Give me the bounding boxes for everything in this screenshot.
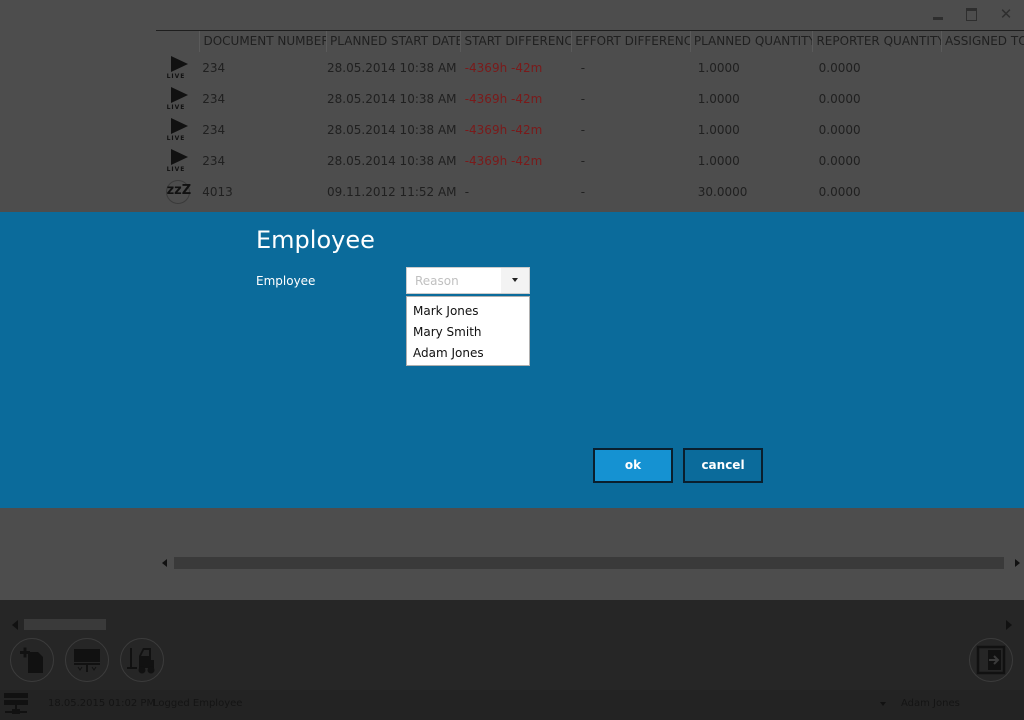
- cell-planned-start-date: 09.11.2012 11:52 AM: [327, 184, 457, 199]
- cell-document-number: 234: [202, 153, 226, 168]
- live-icon: LIVE: [166, 117, 190, 142]
- new-document-icon: [20, 647, 43, 673]
- cell-start-difference: -4369h -42m: [464, 153, 543, 168]
- logout-button[interactable]: [969, 638, 1013, 682]
- cell-document-number: 234: [202, 91, 226, 106]
- close-button[interactable]: ✕: [998, 6, 1014, 22]
- cell-document-number: 234: [202, 122, 226, 137]
- column-header[interactable]: REPORTER QUANTITY: [812, 31, 941, 52]
- employee-dropdown-list: Mark Jones Mary Smith Adam Jones: [406, 296, 530, 366]
- column-header[interactable]: START DIFFERENCE: [460, 31, 571, 52]
- toolbar-scrollbar-thumb[interactable]: [24, 619, 106, 630]
- ok-button[interactable]: ok: [593, 448, 673, 483]
- dropdown-option[interactable]: Mark Jones: [407, 301, 529, 322]
- cell-document-number: 4013: [202, 184, 233, 199]
- cell-planned-start-date: 28.05.2014 10:38 AM: [327, 91, 457, 106]
- chevron-down-icon[interactable]: [501, 268, 529, 293]
- dialog-title: Employee: [256, 226, 375, 254]
- cell-start-difference: -4369h -42m: [464, 60, 543, 75]
- cell-reporter-quantity: 0.0000: [818, 122, 861, 137]
- cell-reporter-quantity: 0.0000: [818, 60, 861, 75]
- forklift-button[interactable]: [120, 638, 164, 682]
- column-header[interactable]: PLANNED START DATE: [326, 31, 460, 52]
- grid-header: DOCUMENT NUMBER PLANNED START DATE START…: [156, 31, 1024, 52]
- cell-planned-quantity: 1.0000: [697, 60, 740, 75]
- cell-planned-start-date: 28.05.2014 10:38 AM: [327, 60, 457, 75]
- cell-reporter-quantity: 0.0000: [818, 184, 861, 199]
- window-controls: ✕: [930, 6, 1014, 22]
- billboard-icon: [74, 649, 100, 672]
- cell-document-number: 234: [202, 60, 226, 75]
- table-row[interactable]: LIVE 234 28.05.2014 10:38 AM -4369h -42m - 1.…: [156, 83, 1024, 114]
- live-icon: LIVE: [166, 55, 190, 80]
- forklift-icon: [127, 648, 155, 674]
- table-row[interactable]: LIVE 234 28.05.2014 10:38 AM -4369h -42m - 1.…: [156, 145, 1024, 176]
- cell-planned-quantity: 1.0000: [697, 153, 740, 168]
- cell-reporter-quantity: 0.0000: [818, 153, 861, 168]
- employee-label: Employee: [256, 274, 316, 288]
- cell-start-difference: -4369h -42m: [464, 91, 543, 106]
- column-header[interactable]: ASSIGNED TO: [940, 31, 1024, 52]
- user-select-arrow[interactable]: [880, 702, 886, 706]
- scroll-right-icon[interactable]: [1015, 559, 1020, 567]
- cell-planned-quantity: 1.0000: [697, 122, 740, 137]
- board-button[interactable]: [65, 638, 109, 682]
- logged-employee-label: Logged Employee: [153, 698, 243, 709]
- combo-placeholder: Reason: [415, 274, 459, 288]
- column-header[interactable]: DOCUMENT NUMBER: [199, 31, 326, 52]
- server-network-icon: [4, 693, 28, 714]
- sleep-icon: zzZ: [165, 179, 191, 204]
- employee-combobox[interactable]: Reason: [406, 267, 530, 294]
- scrollbar-track[interactable]: [174, 557, 1004, 569]
- cell-planned-start-date: 28.05.2014 10:38 AM: [327, 122, 457, 137]
- column-header[interactable]: PLANNED QUANTITY: [689, 31, 812, 52]
- cell-effort-difference: -: [580, 60, 586, 75]
- dropdown-option[interactable]: Adam Jones: [407, 343, 529, 364]
- dropdown-option[interactable]: Mary Smith: [407, 322, 529, 343]
- cell-effort-difference: -: [580, 122, 586, 137]
- cell-start-difference: -4369h -42m: [464, 122, 543, 137]
- cancel-button[interactable]: cancel: [683, 448, 763, 483]
- live-icon: LIVE: [166, 148, 190, 173]
- scroll-left-icon[interactable]: [12, 620, 18, 630]
- scroll-left-icon[interactable]: [162, 559, 167, 567]
- table-row[interactable]: LIVE 234 28.05.2014 10:38 AM -4369h -42m - 1.…: [156, 114, 1024, 145]
- column-header[interactable]: EFFORT DIFFERENCE: [571, 31, 690, 52]
- logout-icon: [976, 645, 1006, 675]
- employee-dialog: Employee Employee Reason Mark Jones Mary…: [0, 212, 1024, 508]
- live-icon: LIVE: [166, 86, 190, 111]
- cell-planned-quantity: 1.0000: [697, 91, 740, 106]
- cell-start-difference: -: [464, 184, 470, 199]
- status-bar: 18.05.2015 01:02 PM Logged Employee Adam…: [0, 690, 1024, 720]
- cell-planned-quantity: 30.0000: [697, 184, 748, 199]
- cell-effort-difference: -: [580, 91, 586, 106]
- minimize-button[interactable]: [930, 6, 946, 22]
- cell-effort-difference: -: [580, 153, 586, 168]
- current-user[interactable]: Adam Jones: [901, 698, 960, 709]
- table-row[interactable]: zzZ 4013 09.11.2012 11:52 AM - -30.0000 0.000…: [156, 176, 1024, 207]
- scroll-right-icon[interactable]: [1006, 620, 1012, 630]
- cell-planned-start-date: 28.05.2014 10:38 AM: [327, 153, 457, 168]
- status-datetime: 18.05.2015 01:02 PM: [48, 698, 156, 709]
- cell-effort-difference: -: [580, 184, 586, 199]
- cell-reporter-quantity: 0.0000: [818, 91, 861, 106]
- grid-horizontal-scrollbar[interactable]: [162, 557, 1020, 569]
- new-document-button[interactable]: [10, 638, 54, 682]
- documents-grid: DOCUMENT NUMBER PLANNED START DATE START…: [156, 31, 1024, 207]
- table-row[interactable]: LIVE 234 28.05.2014 10:38 AM -4369h -42m - 1.…: [156, 52, 1024, 83]
- maximize-button[interactable]: [964, 6, 980, 22]
